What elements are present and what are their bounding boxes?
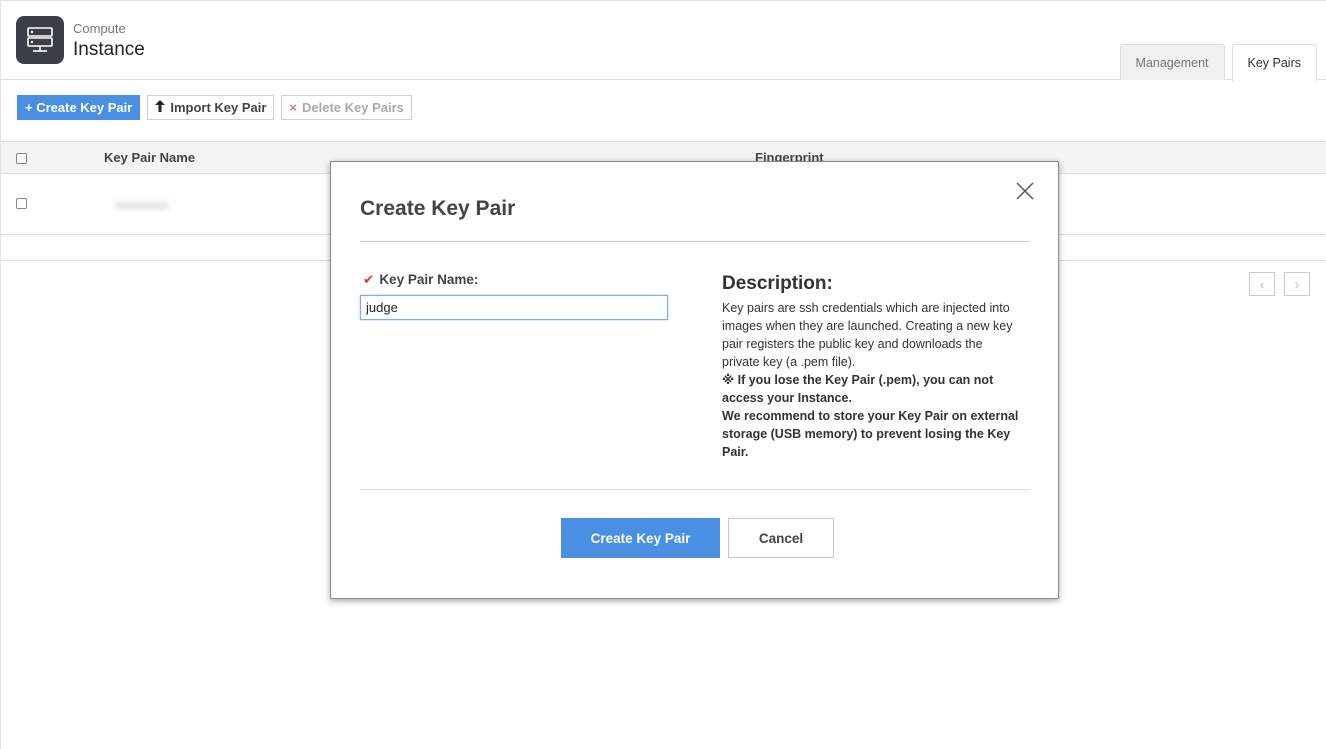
warning-text: ※ If you lose the Key Pair (.pem), you c…: [722, 373, 994, 405]
key-pair-name-cell: xxxxxxxx: [116, 197, 168, 212]
create-key-pair-button[interactable]: + Create Key Pair: [17, 95, 141, 120]
tab-key-pairs[interactable]: Key Pairs: [1231, 44, 1317, 81]
page-header: Compute Instance Management Key Pairs: [1, 1, 1326, 81]
dialog-title: Create Key Pair: [360, 197, 516, 220]
chevron-left-icon: ‹: [1259, 276, 1265, 292]
create-key-pair-dialog: Create Key Pair ✔ Key Pair Name: Descrip…: [330, 161, 1059, 599]
prev-page-button[interactable]: ‹: [1249, 272, 1275, 296]
recommend-text: We recommend to store your Key Pair on e…: [722, 409, 1019, 459]
toolbar: + Create Key Pair Import Key Pair × Dele…: [17, 95, 412, 120]
row-checkbox[interactable]: [16, 198, 27, 209]
import-key-pair-label: Import Key Pair: [170, 100, 267, 115]
page-title: Instance: [73, 39, 145, 60]
next-page-button[interactable]: ›: [1284, 272, 1310, 296]
tab-bar: Management Key Pairs: [1119, 44, 1317, 81]
cancel-button[interactable]: Cancel: [728, 518, 834, 558]
create-key-pair-submit-button[interactable]: Create Key Pair: [561, 518, 720, 558]
column-header-name: Key Pair Name: [104, 150, 196, 165]
description-title: Description:: [722, 273, 833, 294]
key-pair-name-label: ✔ Key Pair Name:: [363, 272, 478, 288]
dialog-title-divider: [360, 241, 1030, 242]
close-icon[interactable]: [1014, 180, 1036, 202]
dialog-footer-divider: [360, 489, 1030, 490]
key-pair-name-label-text: Key Pair Name:: [379, 272, 479, 287]
delete-x-icon: ×: [289, 100, 298, 115]
delete-key-pairs-button[interactable]: × Delete Key Pairs: [281, 95, 412, 120]
description-body: Key pairs are ssh credentials which are …: [722, 299, 1022, 461]
chevron-right-icon: ›: [1294, 276, 1300, 292]
tab-management[interactable]: Management: [1119, 44, 1225, 80]
upload-arrow-icon: [155, 100, 166, 115]
server-icon: [16, 16, 64, 64]
breadcrumb: Compute: [73, 21, 126, 36]
required-check-icon: ✔: [363, 272, 375, 287]
create-key-pair-label: + Create Key Pair: [25, 100, 133, 115]
key-pair-name-input[interactable]: [360, 295, 668, 320]
select-all-checkbox[interactable]: [16, 153, 27, 164]
description-text: Key pairs are ssh credentials which are …: [722, 301, 1013, 369]
delete-key-pairs-label: Delete Key Pairs: [302, 100, 404, 115]
page: Compute Instance Management Key Pairs + …: [0, 0, 1326, 749]
import-key-pair-button[interactable]: Import Key Pair: [147, 95, 275, 120]
